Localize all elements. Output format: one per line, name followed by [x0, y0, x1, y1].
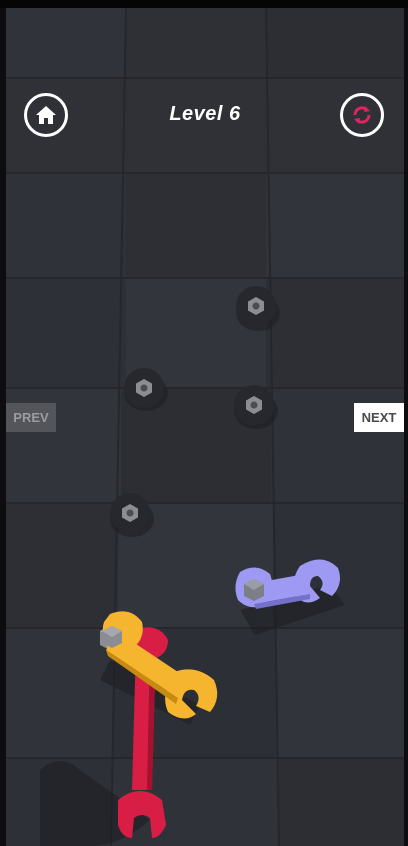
bolt-slot-3[interactable]	[234, 385, 274, 425]
next-level-button[interactable]: NEXT	[354, 403, 404, 432]
home-icon	[36, 106, 56, 124]
bolt-slot-4[interactable]	[110, 493, 150, 533]
bolt-slot-2[interactable]	[124, 368, 164, 408]
bolt-slot-1[interactable]	[236, 286, 276, 326]
prev-level-button[interactable]: PREV	[6, 403, 56, 432]
level-title: Level 6	[169, 103, 241, 125]
game-screen: Level 6 PREV NEXT	[0, 0, 408, 846]
restart-icon	[353, 106, 371, 124]
home-button[interactable]	[24, 93, 68, 137]
restart-button[interactable]	[340, 93, 384, 137]
